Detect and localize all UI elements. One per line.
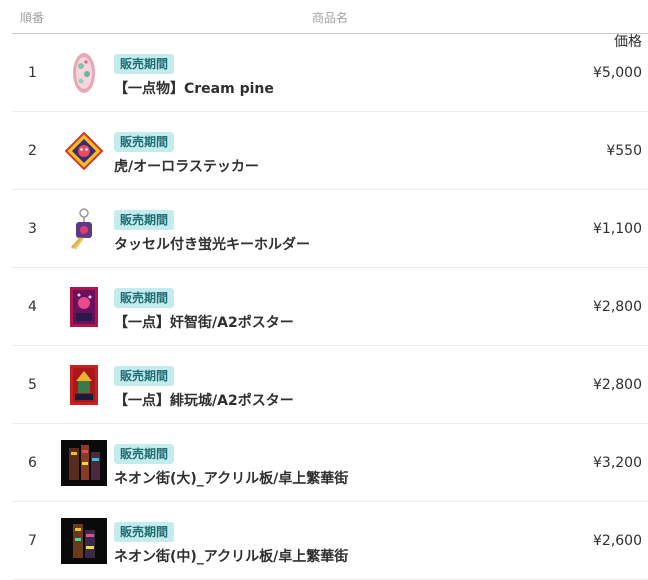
tiger-sticker-thumbnail-icon[interactable] — [61, 128, 107, 174]
cream-pine-thumbnail-icon[interactable] — [61, 50, 107, 96]
product-price: ¥3,200 — [593, 455, 642, 471]
status-badge: 販売期間 — [114, 366, 175, 386]
table-header: 順番 商品名 価格 — [12, 0, 648, 50]
product-price: ¥5,000 — [593, 65, 642, 81]
tassel-keychain-thumbnail-icon[interactable] — [61, 206, 107, 252]
row-index: 2 — [28, 143, 37, 159]
product-price: ¥1,100 — [593, 221, 642, 237]
table-row[interactable]: 4 販売期間 【一点】奸智街/A2ポスター ¥2,800 — [12, 268, 648, 346]
table-row[interactable]: 5 販売期間 【一点】緋玩城/A2ポスター ¥2,800 — [12, 346, 648, 424]
neon-town-large-thumbnail-icon[interactable] — [61, 440, 107, 486]
row-index: 3 — [28, 221, 37, 237]
table-row[interactable]: 6 販売期間 ネオン街(大)_アクリル板/卓上繁華街 ¥3,200 — [12, 424, 648, 502]
header-product-name: 商品名 — [311, 11, 348, 25]
status-badge: 販売期間 — [114, 444, 175, 464]
status-badge: 販売期間 — [114, 288, 175, 308]
row-index: 7 — [28, 533, 37, 549]
status-badge: 販売期間 — [114, 132, 175, 152]
product-price: ¥2,600 — [593, 533, 642, 549]
table-row[interactable]: 7 販売期間 ネオン街(中)_アクリル板/卓上繁華街 ¥2,600 — [12, 502, 648, 580]
product-price: ¥2,800 — [593, 377, 642, 393]
product-name-link[interactable]: タッセル付き蛍光キーホルダー — [114, 234, 310, 254]
status-badge: 販売期間 — [114, 522, 175, 542]
product-name-link[interactable]: 【一点】奸智街/A2ポスター — [114, 312, 294, 332]
product-price: ¥2,800 — [593, 299, 642, 315]
product-name-link[interactable]: ネオン街(中)_アクリル板/卓上繁華街 — [114, 546, 348, 566]
product-table: 順番 商品名 価格 1 販売期間 【一点物】Cream pine ¥5,000 … — [12, 0, 648, 580]
product-name-link[interactable]: ネオン街(大)_アクリル板/卓上繁華街 — [114, 468, 348, 488]
product-price: ¥550 — [606, 143, 642, 159]
table-row[interactable]: 2 販売期間 虎/オーロラステッカー ¥550 — [12, 112, 648, 190]
row-index: 5 — [28, 377, 37, 393]
status-badge: 販売期間 — [114, 210, 175, 230]
poster-higanjo-thumbnail-icon[interactable] — [61, 362, 107, 408]
poster-kanchigai-thumbnail-icon[interactable] — [61, 284, 107, 330]
table-row[interactable]: 1 販売期間 【一点物】Cream pine ¥5,000 — [12, 34, 648, 112]
row-index: 1 — [28, 65, 37, 81]
product-name-link[interactable]: 虎/オーロラステッカー — [114, 156, 259, 176]
row-index: 6 — [28, 455, 37, 471]
row-index: 4 — [28, 299, 37, 315]
product-name-link[interactable]: 【一点】緋玩城/A2ポスター — [114, 390, 294, 410]
neon-town-medium-thumbnail-icon[interactable] — [61, 518, 107, 564]
table-row[interactable]: 3 販売期間 タッセル付き蛍光キーホルダー ¥1,100 — [12, 190, 648, 268]
product-name-link[interactable]: 【一点物】Cream pine — [114, 78, 274, 98]
status-badge: 販売期間 — [114, 54, 175, 74]
